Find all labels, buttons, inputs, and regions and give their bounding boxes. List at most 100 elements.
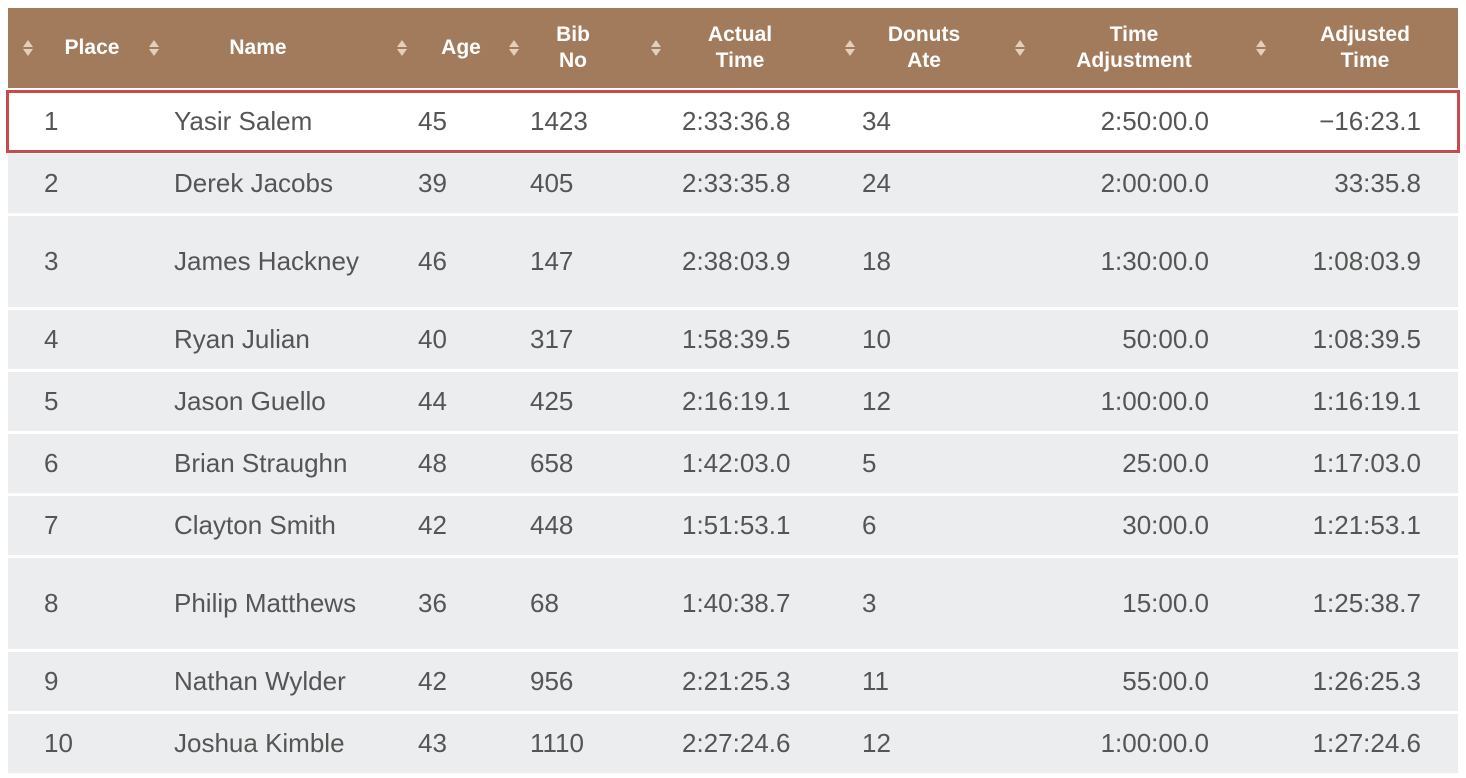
sort-icon[interactable] [20,38,36,58]
cell-place-value: 5 [44,386,59,416]
cell-adjustment-value: 1:00:00.0 [1100,728,1209,758]
cell-name: Jason Guello [174,372,384,431]
cell-adjustment: 25:00.0 [1008,434,1209,493]
cell-adjusted: 1:16:19.1 [1238,372,1421,431]
table-row-highlighted: 1 Yasir Salem 45 1423 2:33:36.8 34 2:50:00.0 −1… [6,90,1460,153]
cell-donuts-value: 5 [862,448,877,478]
cell-bib-value: 317 [530,324,574,354]
cell-age: 40 [418,310,488,369]
table-row: 3 James Hackney 46 147 2:38:03.9 18 1:30:00.0 1… [8,216,1458,307]
sort-icon[interactable] [506,38,522,58]
table-row: 10 Joshua Kimble 43 1110 2:27:24.6 12 1:00:00.… [8,714,1458,773]
cell-donuts: 34 [862,92,952,151]
column-header-label: Donuts Ate [887,23,961,72]
column-header-name[interactable]: Name [146,8,346,88]
cell-adjustment: 1:30:00.0 [1008,216,1209,307]
column-header-adjusted[interactable]: Adjusted Time [1253,8,1453,88]
sort-icon[interactable] [394,38,410,58]
cell-place: 9 [44,652,124,711]
sort-icon[interactable] [648,38,664,58]
table-row: 4 Ryan Julian 40 317 1:58:39.5 10 50:00.0 1:08:… [8,310,1458,369]
sort-icon[interactable] [146,38,162,58]
cell-age-value: 36 [418,588,447,618]
cell-donuts: 3 [862,558,952,649]
cell-bib-value: 658 [530,448,574,478]
cell-actual-value: 2:33:35.8 [682,168,791,198]
cell-place: 3 [44,216,124,307]
cell-name-value: Derek Jacobs [174,168,333,198]
column-header-label: Bib No [556,23,590,72]
column-header-place[interactable]: Place [20,8,140,88]
cell-adjustment: 55:00.0 [1008,652,1209,711]
cell-donuts-value: 24 [862,168,891,198]
cell-name-value: Nathan Wylder [174,666,346,696]
cell-donuts-value: 18 [862,246,891,276]
cell-place: 10 [44,714,124,773]
cell-adjustment-value: 15:00.0 [1122,588,1209,618]
cell-actual-value: 2:33:36.8 [682,106,791,136]
cell-name: James Hackney [174,216,384,307]
table-row: 2 Derek Jacobs 39 405 2:33:35.8 24 2:00:00.0 33… [8,154,1458,213]
cell-actual: 2:33:35.8 [682,154,842,213]
cell-bib-value: 1110 [530,728,584,758]
column-header-label: Actual Time [707,23,773,72]
column-header-label: Name [229,36,287,59]
cell-name: Nathan Wylder [174,652,384,711]
table-row: 8 Philip Matthews 36 68 1:40:38.7 3 15:00.0 1:2… [8,558,1458,649]
cell-age-value: 44 [418,386,447,416]
cell-actual: 2:38:03.9 [682,216,842,307]
column-header-bib[interactable]: Bib No [506,8,616,88]
cell-age: 39 [418,154,488,213]
table-row: 5 Jason Guello 44 425 2:16:19.1 12 1:00:00.0 1:… [8,372,1458,431]
column-header-actual[interactable]: Actual Time [648,8,808,88]
column-header-donuts[interactable]: Donuts Ate [842,8,982,88]
cell-age-value: 42 [418,510,447,540]
cell-adjustment-value: 2:50:00.0 [1100,106,1209,136]
cell-name-value: James Hackney [174,246,359,276]
column-header-adjustment[interactable]: Time Adjustment [1012,8,1232,88]
cell-name-value: Joshua Kimble [174,728,345,758]
sort-icon[interactable] [1012,38,1028,58]
cell-donuts-value: 12 [862,386,891,416]
cell-bib: 147 [530,216,640,307]
cell-actual-value: 1:51:53.1 [682,510,791,540]
cell-bib-value: 147 [530,246,574,276]
cell-adjusted: 1:26:25.3 [1238,652,1421,711]
cell-adjustment-value: 2:00:00.0 [1100,168,1209,198]
cell-age: 46 [418,216,488,307]
cell-adjusted: 1:27:24.6 [1238,714,1421,773]
cell-adjustment: 30:00.0 [1008,496,1209,555]
cell-adjusted: −16:23.1 [1238,92,1421,151]
cell-actual-value: 1:42:03.0 [682,448,791,478]
cell-name-value: Ryan Julian [174,324,310,354]
sort-icon[interactable] [1253,38,1269,58]
column-header-label: Time Adjustment [1076,23,1192,72]
cell-bib-value: 956 [530,666,574,696]
cell-bib-value: 68 [530,588,559,618]
cell-adjusted: 1:17:03.0 [1238,434,1421,493]
cell-age: 43 [418,714,488,773]
cell-adjusted-value: 1:25:38.7 [1312,588,1421,618]
cell-place: 8 [44,558,124,649]
cell-adjustment: 50:00.0 [1008,310,1209,369]
cell-actual: 1:51:53.1 [682,496,842,555]
cell-age: 44 [418,372,488,431]
column-header-age[interactable]: Age [394,8,504,88]
cell-place: 6 [44,434,124,493]
cell-actual-value: 2:27:24.6 [682,728,791,758]
cell-name-value: Philip Matthews [174,588,357,618]
cell-donuts: 18 [862,216,952,307]
cell-adjustment: 2:50:00.0 [1008,92,1209,151]
cell-donuts: 11 [862,652,952,711]
cell-adjustment-value: 30:00.0 [1122,510,1209,540]
cell-age-value: 40 [418,324,447,354]
cell-adjusted-value: 1:26:25.3 [1312,666,1421,696]
table-row: 7 Clayton Smith 42 448 1:51:53.1 6 30:00.0 1:21… [8,496,1458,555]
cell-donuts-value: 10 [862,324,891,354]
sort-icon[interactable] [842,38,858,58]
table-row: 6 Brian Straughn 48 658 1:42:03.0 5 25:00.0 1:1… [8,434,1458,493]
cell-age-value: 43 [418,728,447,758]
cell-donuts: 5 [862,434,952,493]
cell-name: Yasir Salem [174,92,384,151]
cell-adjusted-value: 1:21:53.1 [1312,510,1421,540]
